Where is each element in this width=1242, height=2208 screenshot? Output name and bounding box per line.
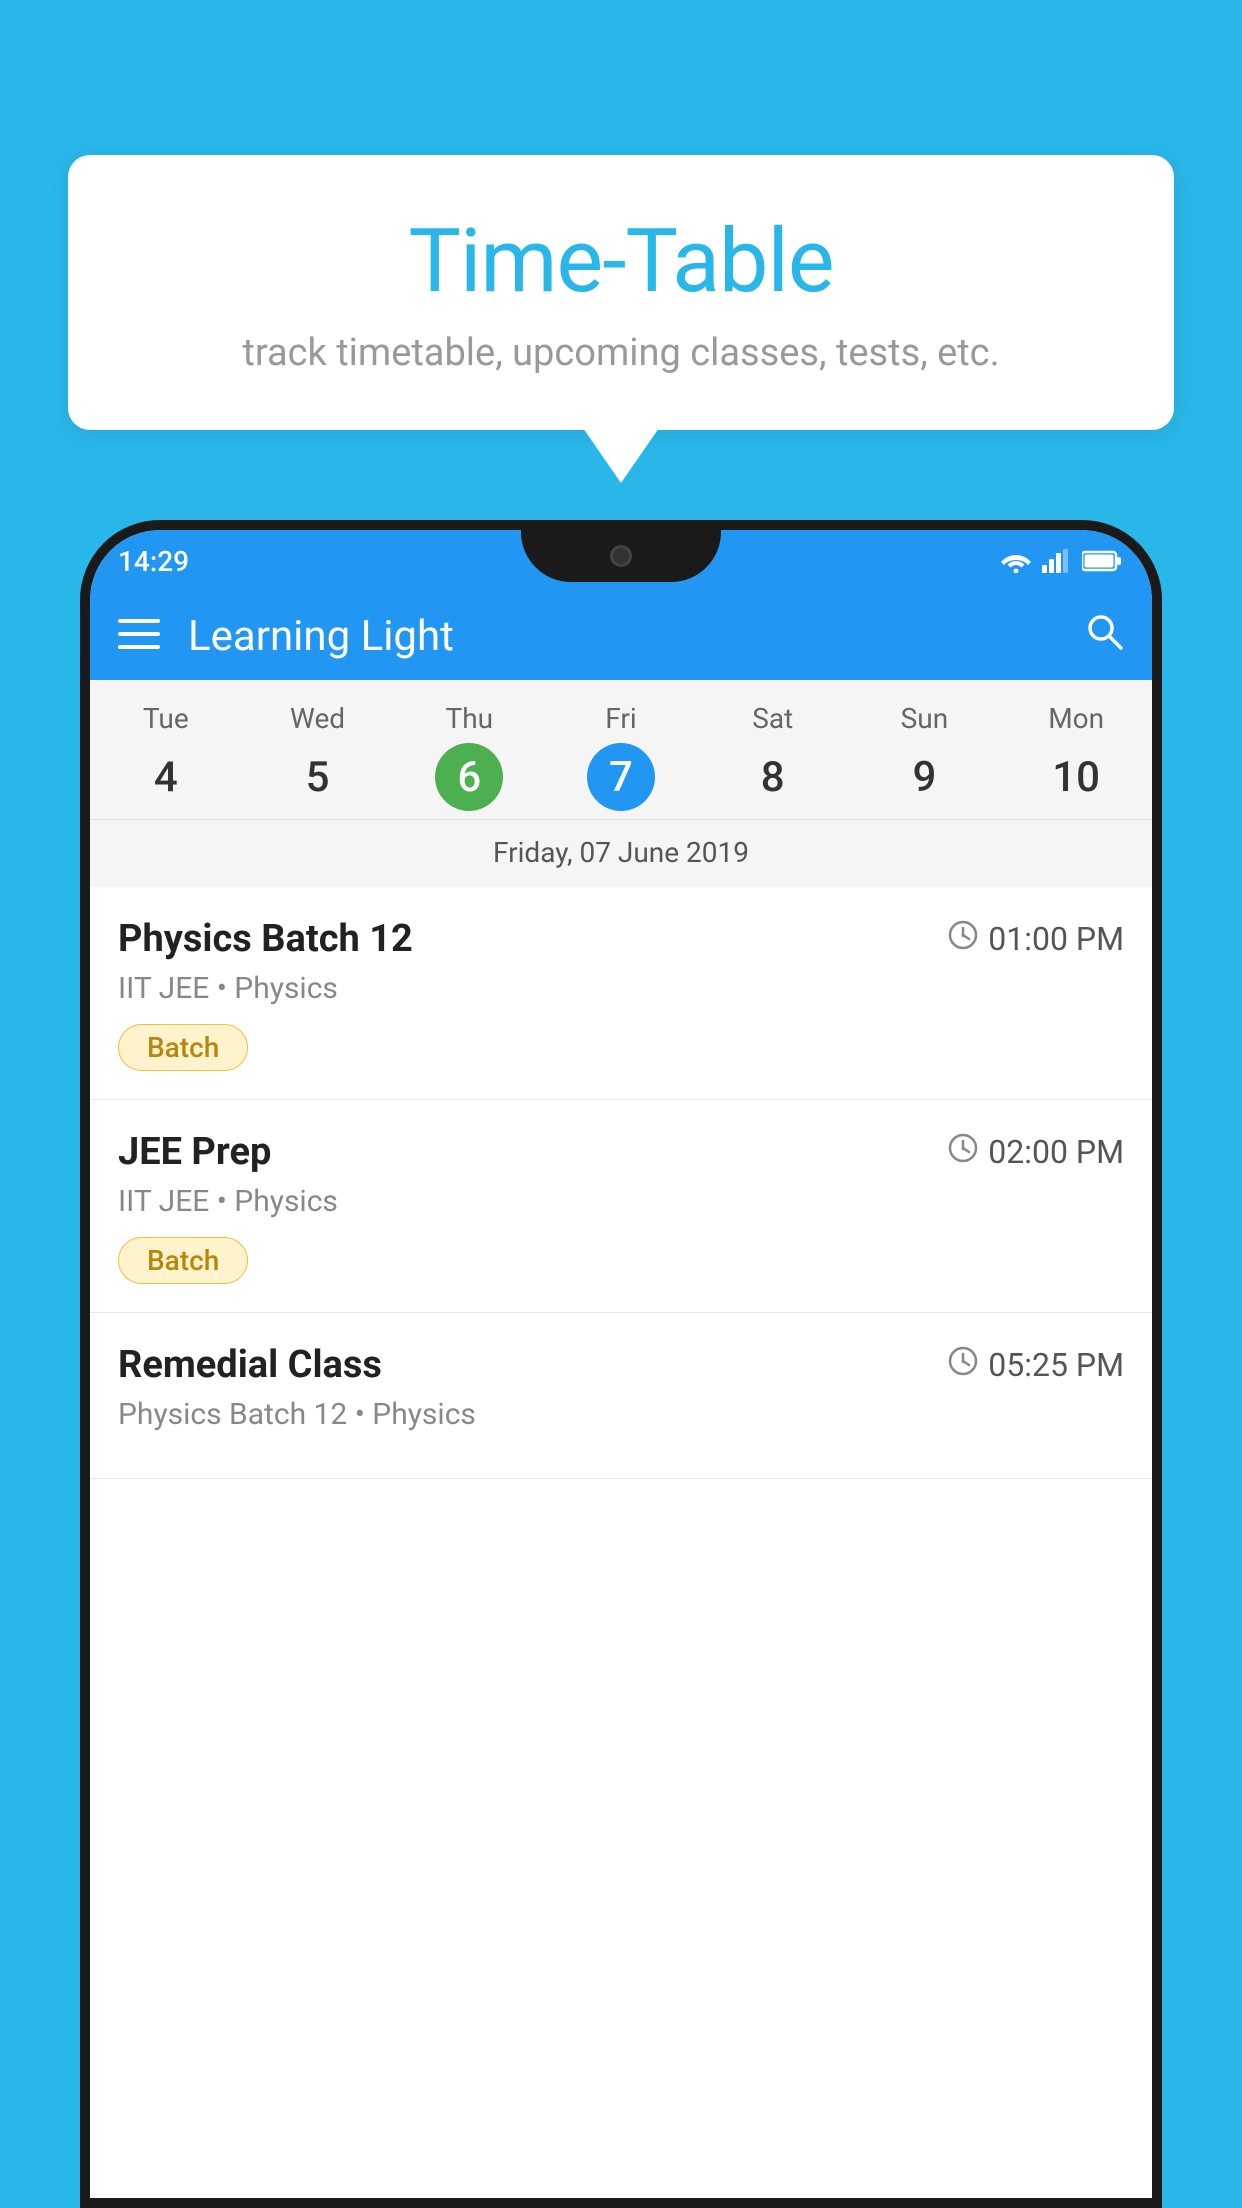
class-time-text-1: 01:00 PM (988, 920, 1124, 958)
classes-list: Physics Batch 12 01:00 PM (90, 887, 1152, 1479)
clock-icon-1 (948, 920, 978, 958)
speech-bubble-subtitle: track timetable, upcoming classes, tests… (128, 331, 1114, 375)
signal-icon (1042, 549, 1072, 573)
search-icon[interactable] (1084, 611, 1124, 662)
front-camera (610, 545, 632, 567)
class-header-3: Remedial Class 05:25 PM (118, 1343, 1124, 1387)
volume-down-button[interactable] (80, 840, 84, 920)
selected-date-label: Friday, 07 June 2019 (90, 819, 1152, 887)
day-thu[interactable]: Thu 6 (393, 702, 545, 811)
speech-bubble: Time-Table track timetable, upcoming cla… (68, 155, 1174, 430)
calendar-days: Tue 4 Wed 5 Thu 6 Fri 7 (90, 702, 1152, 811)
status-icons (1000, 549, 1122, 573)
clock-icon-2 (948, 1133, 978, 1171)
day-sun[interactable]: Sun 9 (849, 702, 1001, 811)
class-time-text-3: 05:25 PM (988, 1346, 1124, 1384)
batch-badge-1: Batch (118, 1024, 248, 1071)
volume-up-button[interactable] (80, 730, 84, 810)
day-sat[interactable]: Sat 8 (697, 702, 849, 811)
day-fri[interactable]: Fri 7 (545, 702, 697, 811)
class-item-1[interactable]: Physics Batch 12 01:00 PM (90, 887, 1152, 1100)
day-tue[interactable]: Tue 4 (90, 702, 242, 811)
class-name-2: JEE Prep (118, 1130, 271, 1174)
speech-bubble-title: Time-Table (128, 210, 1114, 313)
battery-icon (1082, 550, 1122, 572)
app-bar: Learning Light (90, 592, 1152, 680)
class-time-2: 02:00 PM (948, 1133, 1124, 1171)
wifi-icon (1000, 549, 1032, 573)
class-item-3[interactable]: Remedial Class 05:25 PM (90, 1313, 1152, 1479)
class-time-3: 05:25 PM (948, 1346, 1124, 1384)
class-name-3: Remedial Class (118, 1343, 382, 1387)
batch-badge-2: Batch (118, 1237, 248, 1284)
clock-icon-3 (948, 1346, 978, 1384)
day-mon[interactable]: Mon 10 (1000, 702, 1152, 811)
menu-icon[interactable] (118, 616, 160, 656)
class-name-1: Physics Batch 12 (118, 917, 413, 961)
power-button[interactable] (1158, 770, 1162, 890)
speech-bubble-arrow (583, 428, 659, 483)
class-header-1: Physics Batch 12 01:00 PM (118, 917, 1124, 961)
class-subject-3: Physics Batch 12 • Physics (118, 1397, 1124, 1432)
class-header-2: JEE Prep 02:00 PM (118, 1130, 1124, 1174)
speech-bubble-container: Time-Table track timetable, upcoming cla… (68, 155, 1174, 483)
class-time-text-2: 02:00 PM (988, 1133, 1124, 1171)
class-subject-2: IIT JEE • Physics (118, 1184, 1124, 1219)
phone-notch (521, 530, 721, 582)
screen-content: 14:29 (90, 530, 1152, 2198)
phone-frame: 14:29 (80, 520, 1162, 2208)
class-subject-1: IIT JEE • Physics (118, 971, 1124, 1006)
calendar-strip: Tue 4 Wed 5 Thu 6 Fri 7 (90, 680, 1152, 887)
app-bar-title: Learning Light (188, 612, 1084, 661)
class-time-1: 01:00 PM (948, 920, 1124, 958)
class-item-2[interactable]: JEE Prep 02:00 PM (90, 1100, 1152, 1313)
status-time: 14:29 (118, 545, 189, 578)
phone-screen: 14:29 (90, 530, 1152, 2198)
day-wed[interactable]: Wed 5 (242, 702, 394, 811)
